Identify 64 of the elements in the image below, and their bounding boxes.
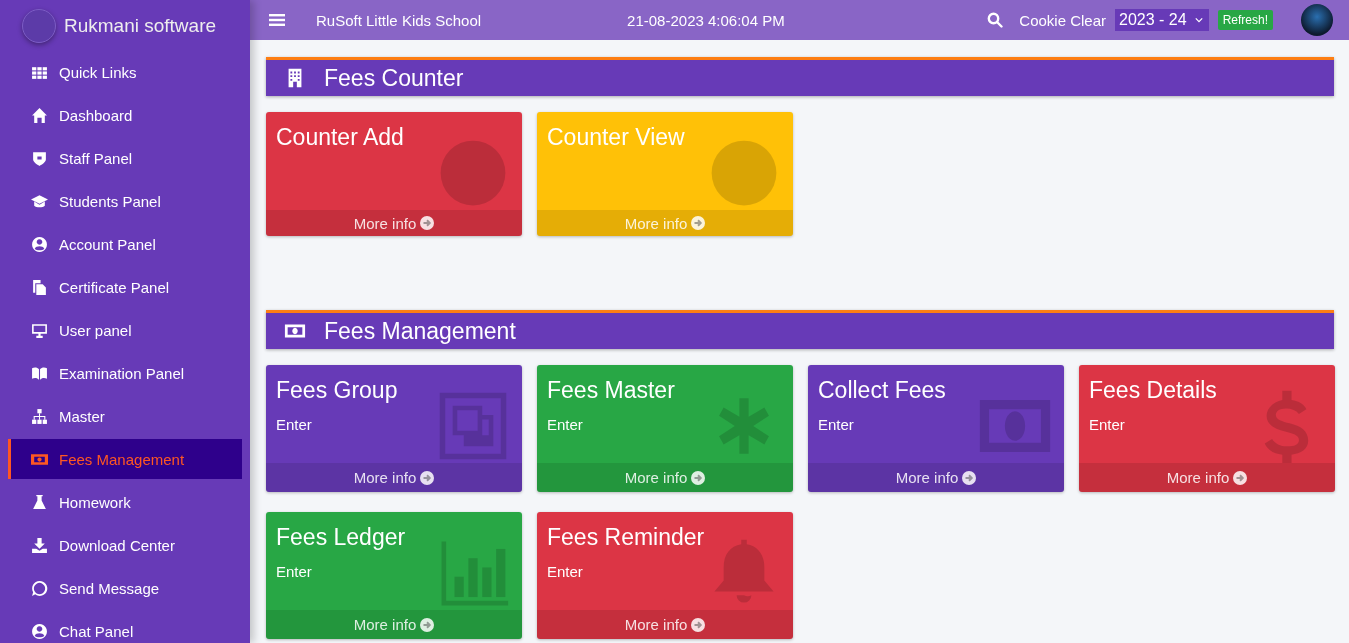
sidebar-item[interactable]: Chat Panel <box>8 611 242 643</box>
card-title: Fees Ledger <box>276 524 406 551</box>
card-subtitle: Enter <box>276 416 313 433</box>
caret-icon <box>1194 17 1203 23</box>
date-time: 21-08-2023 4:06:04 PM <box>627 11 785 29</box>
monitor-icon <box>31 321 48 339</box>
chat-icon <box>31 579 48 597</box>
card-title: Counter View <box>547 124 685 151</box>
sidebar-item[interactable]: User panel <box>8 310 242 350</box>
sidebar-item[interactable]: Account Panel <box>8 224 242 264</box>
menu-icon[interactable] <box>269 13 285 27</box>
sidebar-item[interactable]: Examination Panel <box>8 353 242 393</box>
card-title: Fees Master <box>547 377 675 404</box>
sidebar-item[interactable]: Dashboard <box>8 95 242 135</box>
arrow-circle-icon <box>420 216 435 230</box>
more-info-link[interactable]: More info <box>808 463 1064 492</box>
card-subtitle: Enter <box>547 563 584 580</box>
sidebar-item[interactable]: Fees Management <box>8 439 242 479</box>
arrow-circle-icon <box>691 216 706 230</box>
card-title: Counter Add <box>276 124 404 151</box>
arrow-circle-icon <box>420 617 435 632</box>
download-icon <box>31 536 48 554</box>
arrow-circle-icon <box>420 470 435 485</box>
avatar[interactable] <box>1301 4 1333 36</box>
card-subtitle: Enter <box>276 563 313 580</box>
logo-icon <box>22 9 56 43</box>
user-icon <box>31 622 48 640</box>
arrow-circle-icon <box>962 470 977 485</box>
card-title: Collect Fees <box>818 377 946 404</box>
card-subtitle: Enter <box>547 416 584 433</box>
card-subtitle: Enter <box>818 416 855 433</box>
card-title: Fees Details <box>1089 377 1217 404</box>
sidebar-item[interactable]: Certificate Panel <box>8 267 242 307</box>
card-subtitle: Enter <box>1089 416 1126 433</box>
sitemap-icon <box>31 407 48 425</box>
sidebar-item[interactable]: Homework <box>8 482 242 522</box>
more-info-link[interactable]: More info <box>1079 463 1335 492</box>
school-name: RuSoft Little Kids School <box>316 11 482 29</box>
year-select[interactable]: 2023 - 24 <box>1115 9 1209 31</box>
cookie-clear-link[interactable]: Cookie Clear <box>1019 11 1107 29</box>
files-icon <box>31 278 48 296</box>
brand-name: Rukmani software <box>64 15 217 37</box>
search-icon[interactable] <box>987 12 1004 28</box>
sidebar-item[interactable]: Students Panel <box>8 181 242 221</box>
home-icon <box>31 106 48 124</box>
section-title: Fees Management <box>324 317 516 345</box>
sidebar-item[interactable]: Quick Links <box>8 52 242 92</box>
sidebar-item[interactable]: Send Message <box>8 568 242 608</box>
flask-icon <box>31 493 48 511</box>
sidebar-item[interactable]: Download Center <box>8 525 242 565</box>
card-title: Fees Reminder <box>547 524 705 551</box>
more-info-link[interactable]: More info <box>266 463 522 492</box>
shield-icon <box>31 149 48 167</box>
arrow-circle-icon <box>1233 470 1248 485</box>
arrow-circle-icon <box>691 470 706 485</box>
more-info-link[interactable]: More info <box>537 610 793 639</box>
more-info-link[interactable]: More info <box>266 210 522 236</box>
section-title: Fees Counter <box>324 64 464 92</box>
sidebar-item[interactable]: Staff Panel <box>8 138 242 178</box>
cap-icon <box>31 192 48 210</box>
user-icon <box>31 235 48 253</box>
sidebar-item[interactable]: Master <box>8 396 242 436</box>
arrow-circle-icon <box>691 617 706 632</box>
card-title: Fees Group <box>276 377 398 404</box>
